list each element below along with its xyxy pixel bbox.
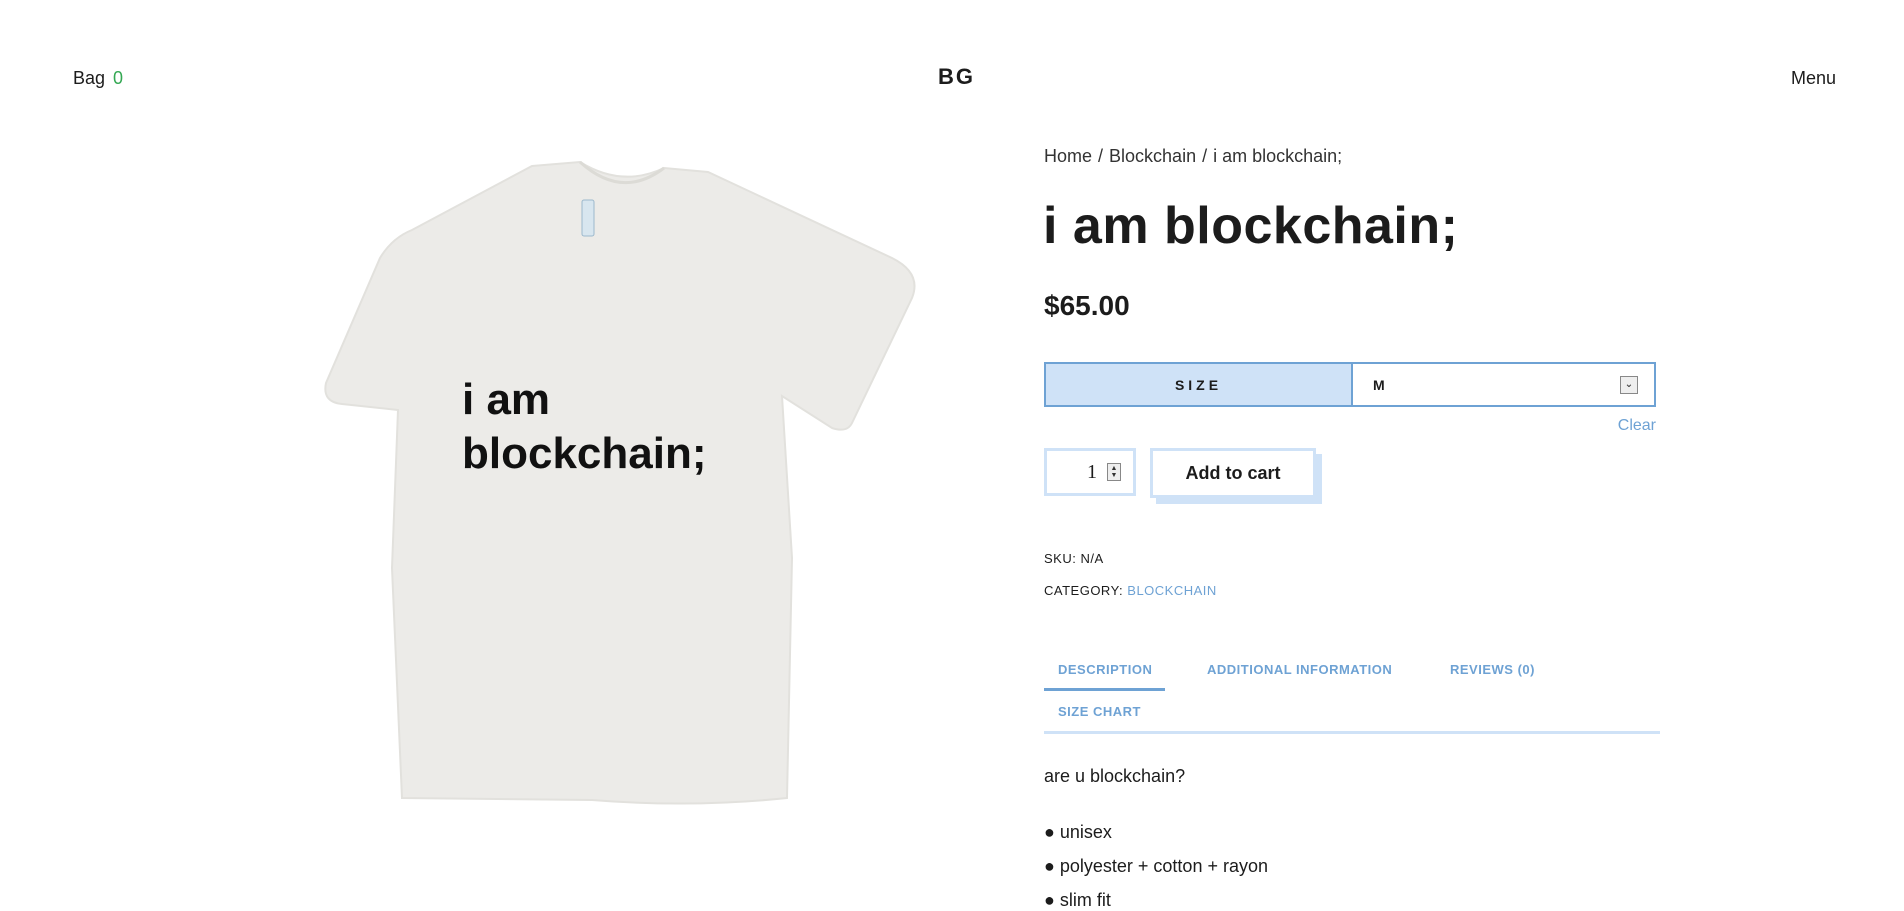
description-intro: are u blockchain?	[1044, 766, 1186, 786]
breadcrumb-separator: /	[1202, 146, 1208, 166]
category-row: CATEGORY: BLOCKCHAIN	[1044, 583, 1217, 598]
bag-label: Bag	[73, 68, 106, 88]
size-label: SIZE	[1046, 364, 1353, 405]
tshirt-illustration: i am blockchain;	[324, 160, 916, 805]
product-image[interactable]: i am blockchain;	[262, 148, 962, 823]
sku-label: SKU:	[1044, 551, 1077, 566]
shirt-text-line1: i am	[462, 375, 550, 424]
category-label: CATEGORY:	[1044, 583, 1124, 598]
breadcrumb-separator: /	[1098, 146, 1104, 166]
size-selected-value: M	[1373, 376, 1385, 393]
sku-value: N/A	[1080, 551, 1104, 566]
site-logo[interactable]: BG	[938, 64, 975, 90]
quantity-value: 1	[1087, 460, 1097, 483]
menu-button[interactable]: Menu	[1791, 68, 1836, 89]
tab-additional-information[interactable]: ADDITIONAL INFORMATION	[1207, 662, 1392, 677]
tab-size-chart[interactable]: SIZE CHART	[1058, 704, 1141, 719]
tabs-divider	[1044, 731, 1660, 734]
size-select[interactable]: M ⌄	[1353, 364, 1654, 405]
size-variation: SIZE M ⌄	[1044, 362, 1656, 407]
description-bullet: ● polyester + cotton + rayon	[1044, 856, 1268, 876]
tab-description[interactable]: DESCRIPTION	[1058, 662, 1152, 677]
bag-link[interactable]: Bag 0	[73, 68, 123, 89]
clear-link[interactable]: Clear	[1618, 417, 1656, 435]
category-link[interactable]: BLOCKCHAIN	[1127, 583, 1217, 598]
bag-count: 0	[113, 68, 124, 88]
tab-active-indicator	[1044, 688, 1165, 691]
breadcrumb-current: i am blockchain;	[1213, 146, 1343, 166]
shirt-text-line2: blockchain;	[462, 429, 707, 478]
spinner-arrows-icon[interactable]: ▲ ▼	[1107, 463, 1121, 481]
add-to-cart-button[interactable]: Add to cart	[1150, 448, 1316, 498]
product-price: $65.00	[1044, 290, 1130, 321]
breadcrumb-category[interactable]: Blockchain	[1109, 146, 1196, 166]
breadcrumb-home[interactable]: Home	[1044, 146, 1092, 166]
quantity-stepper[interactable]: 1 ▲ ▼	[1044, 448, 1136, 496]
product-title: i am blockchain;	[1043, 197, 1459, 255]
tab-reviews[interactable]: REVIEWS (0)	[1450, 662, 1535, 677]
chevron-down-icon: ⌄	[1620, 375, 1638, 394]
breadcrumb: Home / Blockchain / i am blockchain;	[1044, 146, 1342, 167]
sku-row: SKU: N/A	[1044, 551, 1104, 566]
description-bullet: ● unisex	[1044, 822, 1112, 842]
